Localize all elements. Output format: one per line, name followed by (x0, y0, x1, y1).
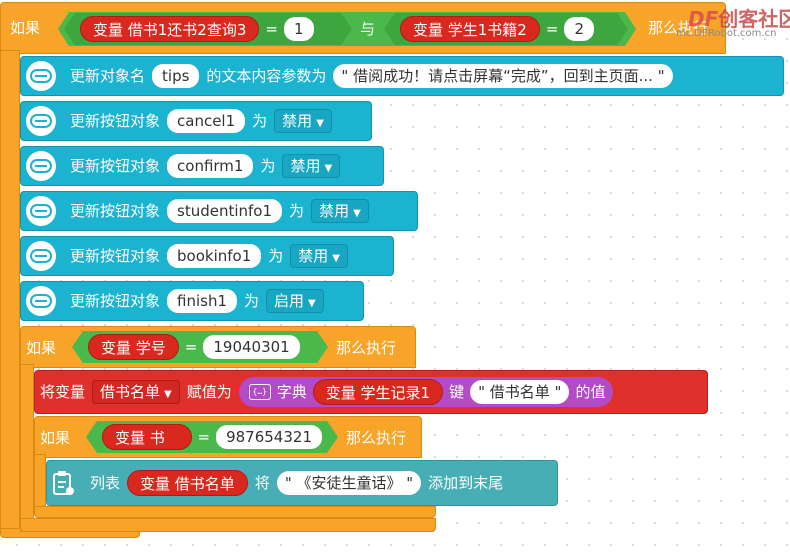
assign-to-label: 赋值为 (186, 383, 232, 401)
button-block-label: 更新按钮对象 (70, 247, 161, 265)
var-name-value: 借书名单 (100, 383, 161, 401)
student-id-compare[interactable]: 变量 学号 = 19040301 (72, 331, 328, 363)
inner-if-1-spine (20, 364, 34, 532)
dict-icon: {…} (248, 384, 271, 400)
var-student-book[interactable]: 变量 学生1书籍2 (400, 16, 540, 42)
button-row-studentinfo1: 更新按钮对象 studentinfo1 为 禁用 ▼ (70, 199, 369, 223)
outer-if-keyword: 如果 (10, 19, 41, 37)
chevron-down-icon: ▼ (308, 298, 316, 309)
assign-row: 将变量 借书名单 ▼ 赋值为 {…} 字典 变量 学生记录1 键 " 借书名单 "… (40, 377, 614, 407)
book-title-value[interactable]: " 《安徒生童话》 " (276, 471, 422, 495)
and-keyword: 与 (360, 20, 376, 38)
button-row-cancel1: 更新按钮对象 cancel1 为 禁用 ▼ (70, 109, 332, 133)
button-row-confirm1: 更新按钮对象 confirm1 为 禁用 ▼ (70, 154, 341, 178)
var-student-record[interactable]: 变量 学生记录1 (312, 379, 444, 405)
button-row-bookinfo1: 更新按钮对象 bookinfo1 为 禁用 ▼ (70, 244, 348, 268)
value-1[interactable]: 1 (284, 17, 314, 41)
target-bookinfo1[interactable]: bookinfo1 (167, 244, 262, 268)
eq-sign: = (545, 20, 559, 38)
outer-if-spine (0, 50, 20, 533)
object-icon (26, 61, 56, 91)
target-cancel1[interactable]: cancel1 (167, 109, 246, 133)
inner-if-2-then: 那么执行 (346, 429, 407, 447)
chevron-down-icon: ▼ (324, 163, 333, 174)
chevron-down-icon: ▼ (332, 253, 340, 264)
tips-text-value[interactable]: " 借阅成功！请点击屏幕“完成”，回到主页面... " (333, 64, 673, 88)
key-label: 键 (449, 383, 465, 401)
eq-sign: = (197, 428, 211, 446)
object-icon (26, 106, 56, 136)
var-borrow-return-query[interactable]: 变量 借书1还书2查询3 (80, 16, 259, 42)
inner-if-1-keyword: 如果 (26, 339, 57, 357)
target-tips[interactable]: tips (152, 64, 200, 88)
eq-sign: = (265, 20, 278, 38)
chevron-down-icon: ▼ (164, 389, 172, 400)
target-studentinfo1[interactable]: studentinfo1 (167, 199, 283, 223)
var-borrow-list[interactable]: 变量 借书名单 (127, 470, 248, 496)
will-label: 将 (254, 474, 270, 492)
button-block-label: 更新按钮对象 (70, 202, 161, 220)
button-block-label: 更新按钮对象 (70, 112, 161, 130)
dict-label: 字典 (276, 383, 307, 401)
state-value: 禁用 (290, 157, 321, 175)
list-append-row: 列表 变量 借书名单 将 " 《安徒生童话》 " 添加到末尾 (90, 470, 503, 496)
state-value: 禁用 (319, 202, 350, 220)
var-student-id[interactable]: 变量 学号 (88, 334, 179, 360)
state-value: 禁用 (298, 247, 329, 265)
assign-label: 将变量 (40, 383, 86, 401)
chevron-down-icon: ▼ (316, 118, 324, 129)
inner-if-1-then: 那么执行 (336, 339, 397, 357)
left-compare[interactable]: 变量 借书1还书2查询3 = 1 (64, 13, 352, 45)
set-text-mid: 的文本内容参数为 (206, 67, 327, 85)
target-finish1[interactable]: finish1 (167, 289, 238, 313)
button-block-label: 更新按钮对象 (70, 292, 161, 310)
as-label: 为 (268, 247, 284, 265)
inner-if-2-bottom[interactable] (34, 506, 436, 518)
object-icon (26, 196, 56, 226)
key-value[interactable]: " 借书名单 " (470, 380, 570, 404)
object-icon (26, 241, 56, 271)
inner-if-2-keyword: 如果 (40, 429, 71, 447)
student-id-value[interactable]: 19040301 (203, 335, 299, 359)
set-text-label: 更新对象名 (70, 67, 146, 85)
append-label: 添加到末尾 (428, 474, 504, 492)
target-confirm1[interactable]: confirm1 (167, 154, 254, 178)
button-row-finish1: 更新按钮对象 finish1 为 启用 ▼ (70, 289, 324, 313)
as-label: 为 (244, 292, 260, 310)
value-2[interactable]: 2 (564, 17, 594, 41)
state-dropdown-finish1[interactable]: 启用 ▼ (266, 289, 324, 313)
value-of-label: 的值 (575, 383, 606, 401)
watermark-url: mc.DFRobot.com.cn (676, 28, 777, 39)
book-id-compare[interactable]: 变量 书号 = 987654321 (86, 421, 338, 453)
var-name-dropdown[interactable]: 借书名单 ▼ (92, 380, 180, 404)
state-dropdown-confirm1[interactable]: 禁用 ▼ (282, 154, 341, 178)
eq-sign: = (184, 338, 198, 356)
set-text-row: 更新对象名 tips 的文本内容参数为 " 借阅成功！请点击屏幕“完成”，回到主… (70, 64, 673, 88)
state-value: 禁用 (282, 112, 313, 130)
book-id-value[interactable]: 987654321 (216, 425, 322, 449)
as-label: 为 (252, 112, 268, 130)
dict-get-block[interactable]: {…} 字典 变量 学生记录1 键 " 借书名单 " 的值 (238, 377, 614, 407)
chevron-down-icon: ▼ (353, 208, 361, 219)
inner-if-1-bottom[interactable] (20, 518, 436, 532)
inner-if-2-spine (34, 454, 46, 514)
state-dropdown-cancel1[interactable]: 禁用 ▼ (274, 109, 332, 133)
right-compare[interactable]: 变量 学生1书籍2 = 2 (384, 13, 628, 45)
state-dropdown-bookinfo1[interactable]: 禁用 ▼ (290, 244, 348, 268)
state-value: 启用 (274, 292, 305, 310)
var-book-id[interactable]: 变量 书号 (102, 424, 192, 450)
button-block-label: 更新按钮对象 (70, 157, 161, 175)
list-label: 列表 (90, 474, 121, 492)
as-label: 为 (289, 202, 305, 220)
object-icon (26, 286, 56, 316)
as-label: 为 (260, 157, 276, 175)
state-dropdown-studentinfo1[interactable]: 禁用 ▼ (311, 199, 369, 223)
object-icon (26, 151, 56, 181)
clipboard-icon (48, 468, 78, 498)
